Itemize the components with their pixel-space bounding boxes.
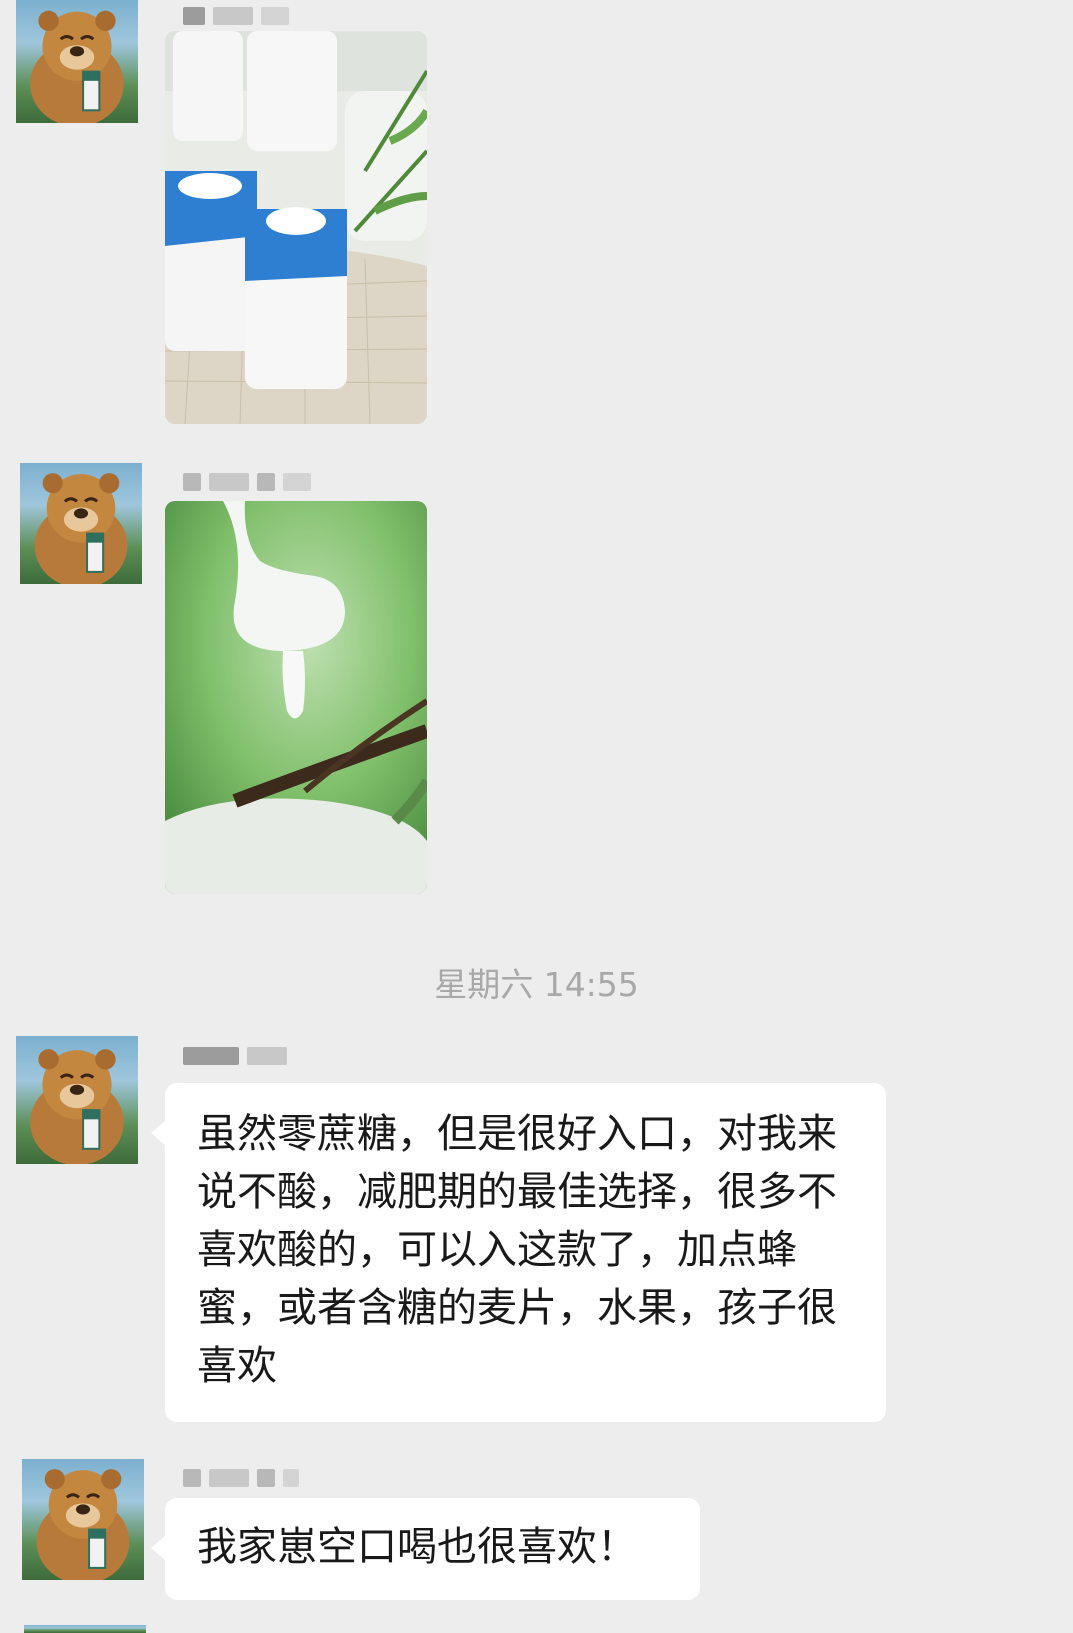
contact-avatar-partial[interactable] xyxy=(24,1625,146,1633)
bear-avatar-image xyxy=(34,473,128,584)
message-text: 我家崽空口喝也很喜欢！ xyxy=(197,1524,637,1570)
message-bubble-text[interactable]: 虽然零蔗糖，但是很好入口，对我来说不酸，减肥期的最佳选择，很多不喜欢酸的，可以入… xyxy=(151,1083,886,1422)
contact-avatar[interactable] xyxy=(16,1036,138,1164)
message-bubble-text[interactable]: 我家崽空口喝也很喜欢！ xyxy=(151,1498,700,1600)
contact-avatar[interactable] xyxy=(20,463,142,584)
bear-avatar-image xyxy=(30,1049,124,1164)
chat-timestamp: 星期六 14:55 xyxy=(434,965,639,1004)
message-text: 虽然零蔗糖，但是很好入口，对我来说不酸，减肥期的最佳选择，很多不喜欢酸的，可以入… xyxy=(197,1111,837,1389)
sender-name-blurred xyxy=(183,1468,333,1488)
message-image-yogurt-spoon[interactable] xyxy=(165,501,427,894)
message-image-yogurt-cups[interactable] xyxy=(165,31,427,424)
sender-name-blurred xyxy=(183,1046,333,1066)
bear-avatar-image xyxy=(30,10,124,123)
bear-avatar-image xyxy=(36,1469,130,1580)
sender-name-blurred xyxy=(183,6,333,26)
contact-avatar[interactable] xyxy=(16,0,138,123)
sender-name-blurred xyxy=(183,472,333,492)
contact-avatar[interactable] xyxy=(22,1459,144,1580)
